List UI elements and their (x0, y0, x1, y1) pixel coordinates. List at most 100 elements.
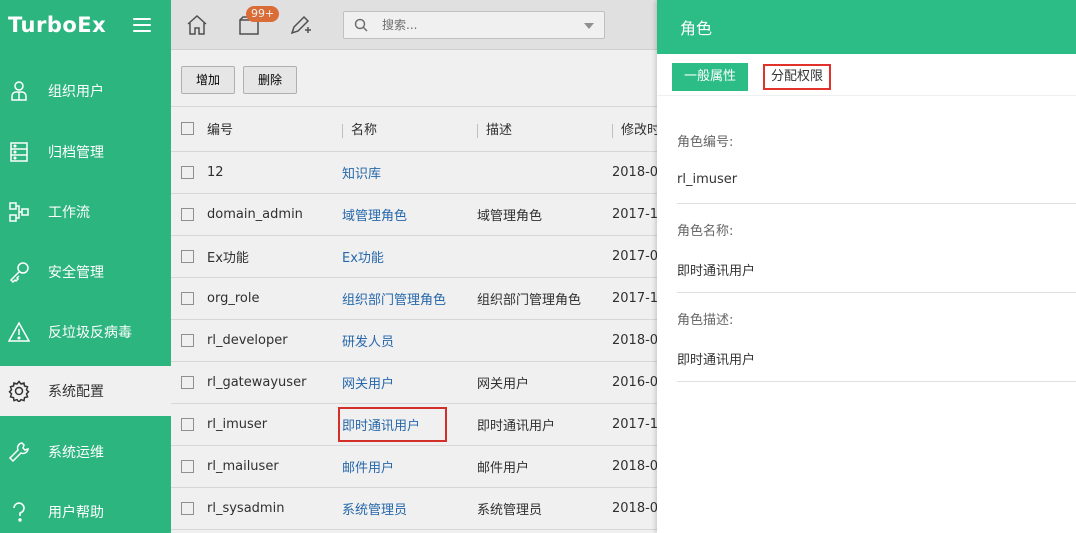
divider (677, 381, 1076, 382)
cell-name[interactable]: 域管理角色 (342, 193, 477, 236)
edit-add-icon[interactable] (288, 13, 312, 37)
cell-code: domain_admin (207, 193, 342, 236)
table-row[interactable]: rl_gatewayuser 网关用户 网关用户 2016-0 (171, 361, 657, 404)
table-row[interactable]: Ex功能 Ex功能 2017-0 (171, 235, 657, 278)
sidebar-item-ops[interactable]: 系统运维 (0, 427, 171, 477)
divider (677, 292, 1076, 293)
menu-toggle-icon[interactable] (133, 18, 151, 32)
role-name-link[interactable]: 网关用户 (342, 377, 394, 392)
row-checkbox[interactable] (181, 459, 194, 473)
cell-date: 2016-0 (612, 361, 657, 404)
column-header-modified[interactable]: 修改时 (612, 107, 657, 152)
sidebar-item-antispam[interactable]: 反垃圾反病毒 (0, 307, 171, 357)
cell-code: Ex功能 (207, 235, 342, 278)
cell-date: 2018-0 (612, 445, 657, 488)
cell-date: 2017-1 (612, 193, 657, 236)
logo-row: TurboEx (0, 0, 171, 50)
table-row[interactable]: rl_developer 研发人员 2018-0 (171, 319, 657, 362)
cell-code: rl_gatewayuser (207, 361, 342, 404)
field-value-name: 即时通讯用户 (677, 264, 756, 279)
row-checkbox[interactable] (181, 333, 194, 347)
cell-name[interactable]: 知识库 (342, 151, 477, 194)
cell-code: rl_developer (207, 319, 342, 362)
delete-button[interactable]: 删除 (243, 66, 298, 94)
select-all-checkbox[interactable] (181, 122, 194, 136)
cell-desc: 组织部门管理角色 (477, 277, 612, 320)
cell-date: 2017-0 (612, 235, 657, 278)
cell-date: 2017-1 (612, 277, 657, 320)
role-name-link[interactable]: 域管理角色 (342, 209, 407, 224)
sidebar-item-label: 归档管理 (48, 145, 104, 161)
field-label-code: 角色编号: (677, 135, 734, 150)
sidebar-item-label: 系统运维 (48, 445, 104, 461)
row-checkbox[interactable] (181, 249, 194, 263)
column-header-code[interactable]: 编号 (207, 107, 342, 152)
cell-date: 2018-0 (612, 487, 657, 530)
workflow-icon (8, 201, 30, 223)
sidebar-item-help[interactable]: 用户帮助 (0, 487, 171, 533)
field-label-desc: 角色描述: (677, 313, 734, 328)
cell-name[interactable]: 研发人员 (342, 319, 477, 362)
sidebar-item-label: 组织用户 (48, 84, 104, 100)
chevron-down-icon[interactable] (584, 23, 594, 29)
sidebar-item-archive[interactable]: 归档管理 (0, 127, 171, 177)
key-icon (8, 261, 30, 283)
help-icon (8, 501, 30, 523)
cell-name[interactable]: 邮件用户 (342, 445, 477, 488)
gear-icon (8, 380, 30, 402)
role-name-link[interactable]: 系统管理员 (342, 503, 407, 518)
row-checkbox[interactable] (181, 207, 194, 221)
field-value-desc: 即时通讯用户 (677, 353, 756, 368)
column-header-desc[interactable]: 描述 (477, 107, 612, 152)
cell-name[interactable]: 系统管理员 (342, 487, 477, 530)
field-value-code: rl_imuser (677, 172, 738, 187)
sidebar-item-system-config[interactable]: 系统配置 (0, 366, 171, 416)
table-row[interactable]: rl_mailuser 邮件用户 邮件用户 2018-0 (171, 445, 657, 488)
sidebar-item-org-users[interactable]: 组织用户 (0, 66, 171, 116)
search-input[interactable] (382, 18, 562, 32)
column-header-name[interactable]: 名称 (342, 107, 477, 152)
table-row[interactable]: 12 知识库 2018-0 (171, 151, 657, 194)
cell-name[interactable]: 组织部门管理角色 (342, 277, 477, 320)
selected-name-highlight (338, 407, 447, 442)
search-box[interactable] (343, 11, 605, 39)
role-name-link[interactable]: 知识库 (342, 167, 381, 182)
app-logo: TurboEx (8, 13, 107, 37)
sidebar-item-security[interactable]: 安全管理 (0, 247, 171, 297)
cell-desc (477, 319, 612, 362)
sidebar-item-workflow[interactable]: 工作流 (0, 187, 171, 237)
table-row[interactable]: rl_sysadmin 系统管理员 系统管理员 2018-0 (171, 487, 657, 530)
cell-code: rl_mailuser (207, 445, 342, 488)
role-name-link[interactable]: Ex功能 (342, 251, 384, 266)
cell-name[interactable]: Ex功能 (342, 235, 477, 278)
wrench-icon (8, 441, 30, 463)
role-name-link[interactable]: 研发人员 (342, 335, 394, 350)
sidebar: TurboEx 组织用户 归档管理 工作流 安全管理 反垃圾反病毒 系统配置 系… (0, 0, 171, 533)
cell-desc (477, 235, 612, 278)
row-checkbox[interactable] (181, 291, 194, 305)
role-name-link[interactable]: 组织部门管理角色 (342, 293, 446, 308)
row-checkbox[interactable] (181, 165, 194, 179)
cell-name[interactable]: 网关用户 (342, 361, 477, 404)
cell-code: 12 (207, 151, 342, 194)
sidebar-item-label: 工作流 (48, 205, 90, 221)
row-checkbox[interactable] (181, 501, 194, 515)
tab-permissions[interactable]: 分配权限 (763, 64, 832, 90)
cell-date: 2018-0 (612, 319, 657, 362)
tab-general[interactable]: 一般属性 (672, 63, 749, 91)
role-name-link[interactable]: 邮件用户 (342, 461, 394, 476)
table-row[interactable]: org_role 组织部门管理角色 组织部门管理角色 2017-1 (171, 277, 657, 320)
archive-icon (8, 141, 30, 163)
cell-date: 2018-0 (612, 151, 657, 194)
table-row[interactable]: domain_admin 域管理角色 域管理角色 2017-1 (171, 193, 657, 236)
row-checkbox[interactable] (181, 417, 194, 431)
row-checkbox[interactable] (181, 375, 194, 389)
home-icon[interactable] (185, 13, 209, 37)
cell-desc: 域管理角色 (477, 193, 612, 236)
main-content: 99+ 增加 删除 编号 名称 描述 修改时 12知识库 2018-0 domain… (171, 0, 657, 533)
sidebar-item-label: 反垃圾反病毒 (48, 325, 132, 341)
cell-date: 2017-1 (612, 403, 657, 446)
panel-tabs: 一般属性 分配权限 (657, 54, 1076, 96)
sidebar-item-label: 用户帮助 (48, 505, 104, 521)
add-button[interactable]: 增加 (181, 66, 236, 94)
